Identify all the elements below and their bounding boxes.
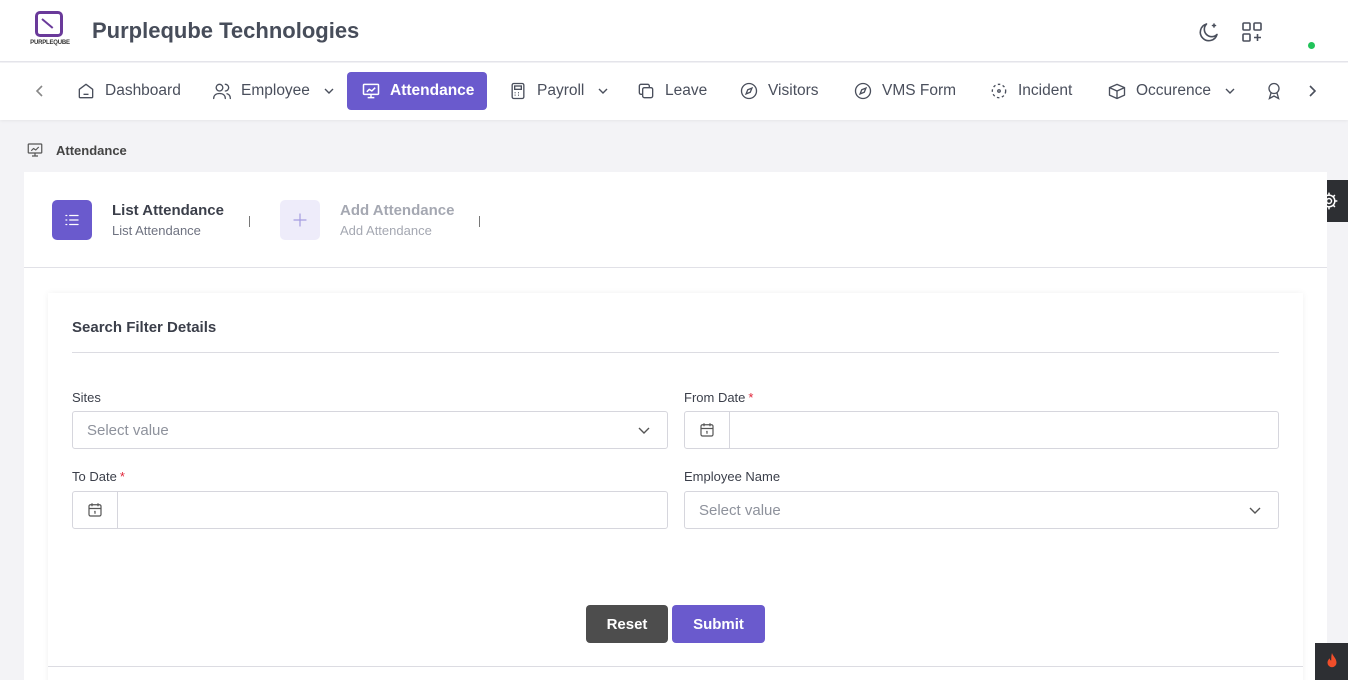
users-icon	[213, 83, 231, 100]
breadcrumb-label: Attendance	[56, 142, 127, 158]
sites-label-text: Sites	[72, 390, 101, 405]
attendance-tabs: List Attendance List Attendance Add Atte…	[24, 172, 1327, 268]
copy-icon	[638, 83, 654, 99]
top-header: PURPLEQUBE Purpleqube Technologies	[0, 0, 1348, 62]
to-date-label-text: To Date	[72, 469, 117, 484]
chevron-down-icon	[1225, 88, 1235, 94]
nav-scroll-right-icon[interactable]	[1302, 81, 1322, 101]
from-date-label: From Date *	[684, 390, 753, 405]
presentation-icon	[27, 143, 43, 157]
from-date-input[interactable]	[730, 412, 1278, 448]
submit-button[interactable]: Submit	[672, 605, 765, 643]
nav-label: Attendance	[390, 82, 475, 99]
nav-item-awards[interactable]	[1250, 72, 1298, 110]
divider	[48, 666, 1303, 667]
apps-grid-icon[interactable]	[1240, 20, 1264, 44]
reset-button[interactable]: Reset	[586, 605, 668, 643]
plus-icon	[280, 200, 320, 240]
nav-item-attendance[interactable]: Attendance	[347, 72, 487, 110]
home-icon	[78, 83, 94, 99]
nav-item-visitors[interactable]: Visitors	[725, 72, 833, 110]
company-name: Purpleqube Technologies	[92, 18, 360, 43]
box-icon	[1108, 83, 1126, 100]
from-date-field[interactable]	[684, 411, 1279, 449]
chevron-down-icon	[324, 88, 334, 94]
nav-item-vms-form[interactable]: VMS Form	[839, 72, 970, 110]
employee-name-select[interactable]: Select value	[684, 491, 1279, 529]
fire-icon[interactable]	[1315, 643, 1348, 680]
nav-label: Leave	[665, 82, 708, 99]
chevron-down-icon	[638, 427, 650, 434]
nav-label: Incident	[1018, 82, 1073, 99]
logo-mark	[35, 11, 63, 37]
divider	[72, 352, 1279, 353]
attendance-card: List Attendance List Attendance Add Atte…	[24, 172, 1327, 680]
main-nav: Dashboard Employee Attendance Payroll Le…	[0, 63, 1348, 120]
tab-add-attendance[interactable]: Add Attendance Add Attendance	[280, 200, 454, 240]
company-logo[interactable]: PURPLEQUBE	[30, 11, 70, 51]
breadcrumb: Attendance	[26, 141, 127, 159]
nav-item-incident[interactable]: Incident	[975, 72, 1086, 110]
nav-item-dashboard[interactable]: Dashboard	[62, 72, 195, 110]
logo-text: PURPLEQUBE	[30, 40, 70, 46]
online-status-dot	[1308, 42, 1315, 49]
to-date-label: To Date *	[72, 469, 125, 484]
from-date-label-text: From Date	[684, 390, 746, 405]
list-icon	[52, 200, 92, 240]
nav-label: Payroll	[537, 82, 585, 99]
compass-icon	[854, 82, 872, 100]
employee-label-text: Employee Name	[684, 469, 781, 484]
nav-item-leave[interactable]: Leave	[622, 72, 721, 110]
employee-name-label: Employee Name	[684, 469, 780, 484]
nav-label: Occurence	[1136, 82, 1211, 99]
panel-title: Search Filter Details	[72, 319, 217, 336]
chevron-down-icon	[1249, 507, 1261, 514]
nav-label: Visitors	[768, 82, 819, 99]
tab-subtitle: List Attendance	[112, 223, 201, 238]
calendar-icon[interactable]	[685, 412, 730, 448]
nav-label: Dashboard	[105, 82, 181, 99]
tab-subtitle: Add Attendance	[340, 223, 432, 238]
to-date-field[interactable]	[72, 491, 668, 529]
nav-item-employee[interactable]: Employee	[198, 72, 349, 110]
nav-item-payroll[interactable]: Payroll	[494, 72, 623, 110]
nav-item-occurence[interactable]: Occurence	[1093, 72, 1250, 110]
sites-placeholder: Select value	[87, 421, 169, 439]
award-icon	[1268, 82, 1280, 100]
required-mark: *	[119, 469, 125, 484]
chevron-down-icon	[598, 88, 608, 94]
nav-label: VMS Form	[882, 82, 957, 99]
tab-title: List Attendance	[112, 202, 224, 219]
to-date-input[interactable]	[118, 492, 667, 528]
compass-icon	[740, 82, 758, 100]
tab-title: Add Attendance	[340, 202, 455, 219]
presentation-icon	[362, 83, 380, 99]
search-filter-panel: Search Filter Details Sites Select value…	[48, 293, 1303, 680]
required-mark: *	[748, 390, 754, 405]
nav-label: Employee	[241, 82, 310, 99]
calculator-icon	[511, 82, 525, 100]
sites-label: Sites	[72, 390, 101, 405]
focus-icon	[991, 83, 1007, 99]
calendar-icon[interactable]	[73, 492, 118, 528]
tab-divider	[479, 216, 480, 227]
sites-select[interactable]: Select value	[72, 411, 668, 449]
employee-placeholder: Select value	[699, 501, 781, 519]
nav-scroll-left-icon[interactable]	[30, 81, 50, 101]
tab-list-attendance[interactable]: List Attendance List Attendance	[52, 200, 224, 240]
dark-mode-moon-icon[interactable]	[1197, 20, 1221, 44]
tab-divider	[249, 216, 250, 227]
